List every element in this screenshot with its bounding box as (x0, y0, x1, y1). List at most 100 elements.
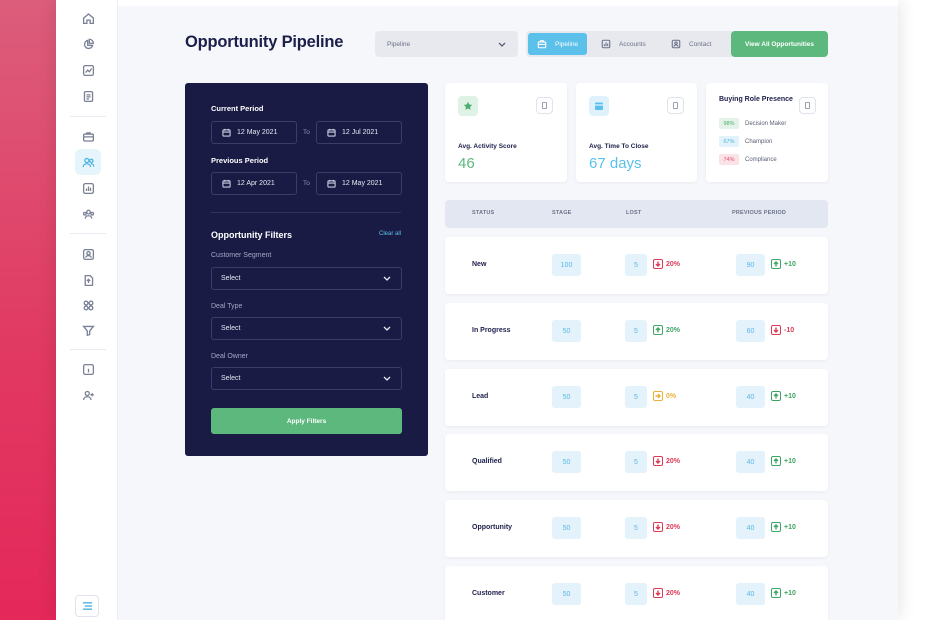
lost-change: 20% (653, 522, 680, 532)
previous-period-label: Previous Period (211, 156, 269, 165)
star-icon (463, 101, 473, 110)
info-icon[interactable] (536, 97, 553, 114)
info-icon[interactable] (799, 97, 816, 114)
status-name: Customer (472, 590, 505, 597)
table-row[interactable]: New 100 5 20% 90 +10 (445, 237, 828, 294)
lost-change: 20% (653, 325, 680, 335)
previous-change-value: +10 (784, 260, 796, 268)
previous-change: +10 (771, 259, 796, 269)
arrow-down-icon (653, 456, 663, 466)
role-label: Decision Maker (745, 120, 787, 127)
to-label: To (303, 129, 310, 136)
lost-change-value: 20% (666, 589, 681, 597)
bar-chart-icon (601, 39, 611, 49)
current-to-date[interactable]: 12 Jul 2021 (316, 121, 402, 144)
role-label: Compliance (745, 156, 777, 163)
tab-accounts[interactable]: Accounts (592, 33, 658, 55)
current-period-label: Current Period (211, 104, 264, 113)
calendar-icon (327, 128, 336, 137)
file-export-icon[interactable] (75, 267, 101, 293)
lost-value: 5 (625, 320, 647, 342)
status-name: New (472, 261, 487, 268)
previous-change-value: +10 (784, 523, 796, 531)
home-icon[interactable] (75, 5, 101, 31)
grid-icon[interactable] (75, 292, 101, 318)
tab-label: Pipeline (555, 40, 579, 48)
arrow-down-icon (771, 325, 781, 335)
stage-value: 50 (552, 386, 581, 408)
top-bar (118, 0, 898, 6)
users-icon[interactable] (75, 149, 101, 175)
trend-chart-icon[interactable] (75, 57, 101, 83)
buying-role-title: Buying Role Presence (719, 96, 793, 103)
role-percent: 98% (719, 118, 739, 129)
tab-label: Accounts (619, 40, 646, 48)
table-row[interactable]: In Progress 50 5 20% 60 -10 (445, 303, 828, 360)
table-row[interactable]: Opportunity 50 5 20% 40 +10 (445, 500, 828, 557)
add-user-icon[interactable] (75, 382, 101, 408)
arrow-down-icon (653, 588, 663, 598)
page-title: Opportunity Pipeline (185, 33, 344, 51)
star-badge (458, 96, 478, 116)
calendar-icon (222, 128, 231, 137)
previous-value: 40 (736, 517, 765, 539)
previous-to-date[interactable]: 12 May 2021 (316, 172, 402, 195)
date-value: 12 Jul 2021 (342, 129, 379, 136)
role-item: 74% Compliance (719, 154, 777, 165)
status-name: Qualified (472, 458, 502, 465)
stage-value: 50 (552, 583, 581, 605)
column-header-stage: STAGE (552, 210, 572, 216)
lost-change: 0% (653, 391, 676, 401)
arrow-down-icon (653, 522, 663, 532)
bar-chart-icon[interactable] (75, 175, 101, 201)
role-item: 98% Decision Maker (719, 118, 786, 129)
lost-change-value: 0% (666, 392, 677, 400)
tab-pipeline[interactable]: Pipeline (528, 33, 587, 55)
view-all-opportunities-button[interactable]: View All Opportunities (731, 31, 828, 57)
table-row[interactable]: Customer 50 5 20% 40 +10 (445, 566, 828, 620)
status-name: In Progress (472, 327, 511, 334)
date-value: 12 May 2021 (237, 129, 278, 136)
info-icon[interactable] (75, 356, 101, 382)
lost-change-value: 20% (666, 326, 681, 334)
lost-value: 5 (625, 386, 647, 408)
chevron-down-icon (498, 42, 506, 47)
tab-contact[interactable]: Contact (662, 33, 722, 55)
previous-change: -10 (771, 325, 794, 335)
current-from-date[interactable]: 12 May 2021 (211, 121, 297, 144)
menu-toggle-button[interactable] (75, 595, 99, 617)
briefcase-icon (537, 40, 547, 49)
card-label: Avg. Time To Close (589, 143, 649, 150)
activity-score-card: Avg. Activity Score 46 (445, 83, 567, 182)
arrow-down-icon (653, 259, 663, 269)
pipeline-select[interactable]: Pipeline (375, 31, 518, 57)
status-name: Lead (472, 393, 489, 400)
contact-card-icon[interactable] (75, 241, 101, 267)
time-to-close-card: Avg. Time To Close 67 days (576, 83, 697, 182)
column-header-previous-period: PREVIOUS PERIOD (732, 210, 787, 216)
tab-label: Contact (689, 40, 712, 48)
stage-value: 50 (552, 451, 581, 473)
pie-chart-icon[interactable] (75, 31, 101, 57)
calendar-badge (589, 96, 609, 116)
filter-icon[interactable] (75, 317, 101, 343)
table-row[interactable]: Lead 50 5 0% 40 +10 (445, 369, 828, 426)
stage-value: 50 (552, 320, 581, 342)
card-label: Avg. Activity Score (458, 143, 517, 150)
info-icon[interactable] (667, 97, 684, 114)
calendar-icon (222, 179, 231, 188)
status-name: Opportunity (472, 524, 513, 531)
table-row[interactable]: Qualified 50 5 20% 40 +10 (445, 434, 828, 491)
previous-change: +10 (771, 456, 796, 466)
previous-from-date[interactable]: 12 Apr 2021 (211, 172, 297, 195)
column-header-status: STATUS (472, 210, 495, 216)
role-percent: 74% (719, 154, 739, 165)
team-icon[interactable] (75, 201, 101, 227)
contact-card-icon (671, 39, 681, 49)
briefcase-icon[interactable] (75, 123, 101, 149)
date-value: 12 Apr 2021 (237, 180, 275, 187)
previous-change-value: -10 (784, 326, 795, 334)
document-icon[interactable] (75, 83, 101, 109)
column-header-lost: LOST (626, 210, 642, 216)
pipeline-select-value: Pipeline (387, 40, 411, 48)
